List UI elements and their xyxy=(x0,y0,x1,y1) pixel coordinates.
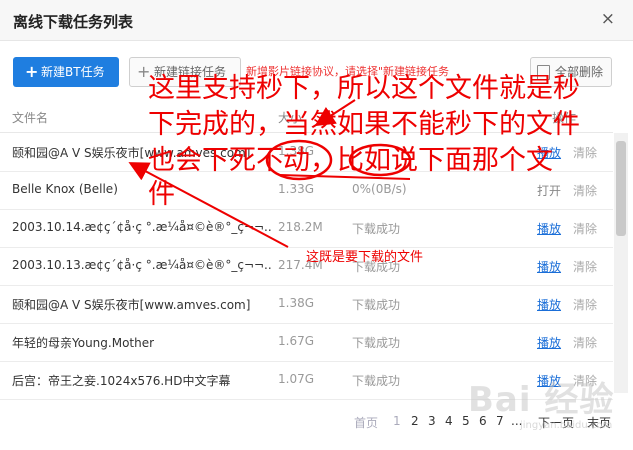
play-link[interactable]: 播放 xyxy=(537,144,561,161)
table-row: 年轻的母亲Young.Mother 1.67G 下载成功 播放 清除 xyxy=(0,323,613,362)
table-row: 2003.10.14.æ¢ç´¢å·ç °.æ¼å¤©è®°_ç¬¬... 21… xyxy=(0,209,613,248)
file-size: 1.38G xyxy=(278,144,315,158)
column-header-size: 大小 xyxy=(278,111,303,125)
task-status: 下载成功 xyxy=(352,336,401,350)
clear-link[interactable]: 清除 xyxy=(573,372,597,389)
open-link[interactable]: 打开 xyxy=(537,182,561,199)
file-name: 2003.10.13.æ¢ç´¢å·ç °.æ¼å¤©è®°_ç¬¬... xyxy=(12,258,272,272)
clear-link[interactable]: 清除 xyxy=(573,334,597,351)
task-status: 下载成功 xyxy=(352,260,401,274)
toolbar: + 新建BT任务 + 新建链接任务 新增影片链接协议，请选择"新建链接任务 全部… xyxy=(0,41,633,99)
delete-all-button[interactable]: 全部删除 xyxy=(530,57,612,87)
clear-link[interactable]: 清除 xyxy=(573,182,597,199)
file-size: 217.4M xyxy=(278,258,323,272)
delete-all-label: 全部删除 xyxy=(555,65,604,79)
dialog-titlebar: 离线下载任务列表 × xyxy=(0,0,633,41)
next-page-link[interactable]: 下一页 xyxy=(538,414,574,431)
new-link-task-button[interactable]: + 新建链接任务 xyxy=(129,57,241,87)
page-link[interactable]: 1 xyxy=(393,414,401,428)
page-link[interactable]: 6 xyxy=(479,414,487,428)
clear-link[interactable]: 清除 xyxy=(573,258,597,275)
table-header: 文件名 大小 操作 xyxy=(0,100,613,133)
trash-icon xyxy=(537,65,550,80)
file-size: 1.07G xyxy=(278,372,315,386)
column-header-actions: 操作 xyxy=(552,111,577,125)
play-link[interactable]: 播放 xyxy=(537,296,561,313)
new-bt-task-label: 新建BT任务 xyxy=(41,65,105,79)
page-link[interactable]: 4 xyxy=(445,414,453,428)
play-link[interactable]: 播放 xyxy=(537,258,561,275)
file-name: Belle Knox (Belle) xyxy=(12,182,118,196)
play-link[interactable]: 播放 xyxy=(537,372,561,389)
last-page-link[interactable]: 末页 xyxy=(587,414,611,431)
clear-link[interactable]: 清除 xyxy=(573,220,597,237)
table-row: 颐和园@A V S娱乐夜市[www.amves.com] 1.38G 播放 清除 xyxy=(0,133,613,172)
list-scrollbar[interactable] xyxy=(614,133,628,393)
file-name: 后宫：帝王之妾.1024x576.HD中文字幕 xyxy=(12,374,231,388)
play-link[interactable]: 播放 xyxy=(537,334,561,351)
file-name: 颐和园@A V S娱乐夜市[www.amves.com] xyxy=(12,146,251,160)
task-status: 0%(0B/s) xyxy=(352,182,407,196)
clear-link[interactable]: 清除 xyxy=(573,296,597,313)
table-row: 2003.10.13.æ¢ç´¢å·ç °.æ¼å¤©è®°_ç¬¬... 21… xyxy=(0,247,613,286)
file-size: 1.67G xyxy=(278,334,315,348)
scrollbar-thumb[interactable] xyxy=(616,141,626,236)
table-row: Belle Knox (Belle) 1.33G 0%(0B/s) 打开 清除 xyxy=(0,171,613,210)
close-icon[interactable]: × xyxy=(601,9,615,29)
task-status: 下载成功 xyxy=(352,222,401,236)
page-link[interactable]: 7 xyxy=(496,414,504,428)
dialog-title: 离线下载任务列表 xyxy=(13,13,134,31)
plus-icon: + xyxy=(137,62,151,81)
column-header-name: 文件名 xyxy=(12,111,49,125)
page-link[interactable]: 5 xyxy=(462,414,470,428)
new-link-task-label: 新建链接任务 xyxy=(154,65,227,79)
play-link[interactable]: 播放 xyxy=(537,220,561,237)
task-status: 下载成功 xyxy=(352,374,401,388)
file-name: 年轻的母亲Young.Mother xyxy=(12,336,155,350)
file-size: 1.33G xyxy=(278,182,315,196)
new-protocol-tip: 新增影片链接协议，请选择"新建链接任务 xyxy=(246,65,450,78)
table-row: 颐和园@A V S娱乐夜市[www.amves.com] 1.38G 下载成功 … xyxy=(0,285,613,324)
file-name: 2003.10.14.æ¢ç´¢å·ç °.æ¼å¤©è®°_ç¬¬... xyxy=(12,220,272,234)
plus-icon: + xyxy=(25,62,39,81)
page-link[interactable]: 2 xyxy=(411,414,419,428)
file-size: 218.2M xyxy=(278,220,323,234)
table-row: 后宫：帝王之妾.1024x576.HD中文字幕 1.07G 下载成功 播放 清除 xyxy=(0,361,613,400)
file-name: 颐和园@A V S娱乐夜市[www.amves.com] xyxy=(12,298,251,312)
first-page-link[interactable]: 首页 xyxy=(354,414,378,431)
new-bt-task-button[interactable]: + 新建BT任务 xyxy=(13,57,119,87)
page-link[interactable]: 3 xyxy=(428,414,436,428)
pager-ellipsis: ... xyxy=(511,414,523,428)
file-size: 1.38G xyxy=(278,296,315,310)
offline-download-dialog: 离线下载任务列表 × + 新建BT任务 + 新建链接任务 新增影片链接协议，请选… xyxy=(0,0,633,450)
task-status: 下载成功 xyxy=(352,298,401,312)
pagination: 首页 1 2 3 4 5 6 7 ... 下一页 末页 xyxy=(0,414,633,434)
clear-link[interactable]: 清除 xyxy=(573,144,597,161)
